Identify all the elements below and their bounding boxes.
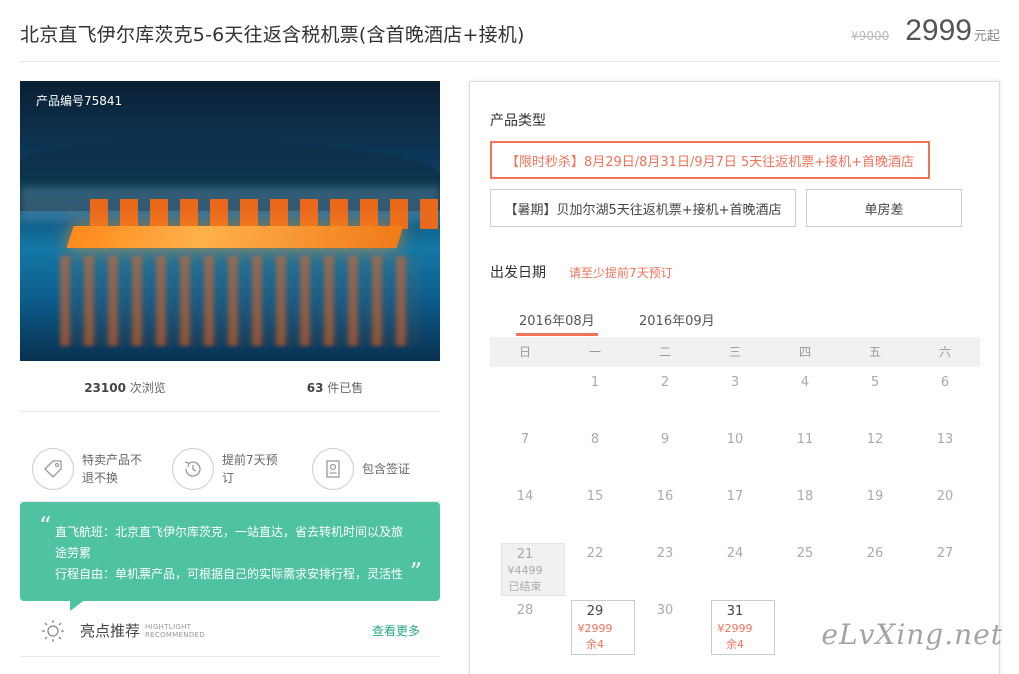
- option-single-room[interactable]: 单房差: [806, 189, 962, 227]
- option-flash-sale[interactable]: 【限时秒杀】8月29日/8月31日/9月7日 5天往返机票+接机+首晚酒店: [490, 141, 930, 179]
- price-value: 2999: [905, 14, 972, 47]
- calendar-week: 7 8 9 10 11 12 13: [490, 424, 980, 481]
- calendar-week: 14 15 16 17 18 19 20: [490, 481, 980, 538]
- calendar-day: 6: [940, 375, 950, 390]
- calendar-day: 4: [800, 375, 810, 390]
- calendar-day: 25: [796, 546, 814, 561]
- highlight-subtitle: HIGHTLIGHT RECOMMENDED: [145, 622, 205, 639]
- calendar-day: 7: [520, 432, 530, 447]
- quote-line-1: 直飞航班：北京直飞伊尔库茨克，一站直达，省去转机时间以及旅途劳累: [55, 525, 404, 560]
- calendar-day: 17: [726, 489, 744, 504]
- highlight-title: 亮点推荐: [80, 622, 141, 640]
- departure-date-label: 出发日期: [490, 265, 546, 281]
- tab-month-sep[interactable]: 2016年09月: [639, 310, 715, 336]
- calendar-day: 10: [726, 432, 744, 447]
- feature-advance-booking: 提前7天预订: [160, 436, 300, 501]
- history-clock-icon: [172, 447, 214, 490]
- product-photo: 产品编号75841: [20, 81, 440, 361]
- product-type-label: 产品类型: [490, 113, 546, 129]
- booking-hint: 请至少提前7天预订: [569, 266, 673, 280]
- price-box: ¥9000 2999 元起: [851, 14, 1000, 48]
- watermark: eLvXing.net: [821, 618, 1003, 651]
- product-stats: 23100 次浏览 63 件已售: [20, 361, 440, 412]
- weekday-header: 日 一 二 三 四 五 六: [490, 337, 980, 367]
- calendar-day: 26: [866, 546, 884, 561]
- original-price: ¥9000: [851, 29, 890, 43]
- calendar-day-ended: 21 ¥4499 已结束: [490, 538, 565, 596]
- quote-line-2: 行程自由：单机票产品，可根据自己的实际需求安排行程，灵活性: [55, 567, 404, 581]
- sold-stat: 63 件已售: [306, 381, 364, 395]
- calendar-day: 1: [590, 375, 600, 390]
- passport-icon: [312, 447, 354, 490]
- calendar-day: 15: [586, 489, 604, 504]
- page-header: 北京直飞伊尔库茨克5-6天往返含税机票(含首晚酒店+接机) ¥9000 2999…: [20, 0, 1000, 62]
- product-left-column: 产品编号75841 23100 次浏览 63 件已售 特卖产品不退不换 提前7天…: [20, 81, 440, 657]
- view-more-link[interactable]: 查看更多: [372, 622, 420, 639]
- calendar-day: 23: [656, 546, 674, 561]
- tag-icon: [32, 447, 74, 490]
- calendar-day-available[interactable]: 31 ¥2999 余4: [700, 595, 775, 655]
- calendar-day: 2: [660, 375, 670, 390]
- calendar: 日 一 二 三 四 五 六 1 2 3 4 5 6 7 8 9 10 11 12…: [490, 337, 980, 655]
- calendar-day: 9: [660, 432, 670, 447]
- calendar-day: 28: [516, 603, 534, 618]
- calendar-day: 18: [796, 489, 814, 504]
- calendar-day: 30: [656, 603, 674, 618]
- feature-no-refund: 特卖产品不退不换: [20, 436, 160, 501]
- calendar-day: 20: [936, 489, 954, 504]
- calendar-day: 11: [796, 432, 814, 447]
- price-unit: 元起: [973, 29, 1000, 44]
- views-stat: 23100 次浏览: [84, 381, 166, 395]
- calendar-week: 21 ¥4499 已结束 22 23 24 25 26 27: [490, 538, 980, 596]
- calendar-day: 22: [586, 546, 604, 561]
- booking-panel: 产品类型 【限时秒杀】8月29日/8月31日/9月7日 5天往返机票+接机+首晚…: [469, 81, 1000, 674]
- calendar-day: 16: [656, 489, 674, 504]
- tab-month-aug[interactable]: 2016年08月: [516, 310, 598, 336]
- calendar-day: 8: [590, 432, 600, 447]
- calendar-day: 14: [516, 489, 534, 504]
- feature-list: 特卖产品不退不换 提前7天预订 包含签证: [20, 412, 440, 502]
- page-title: 北京直飞伊尔库茨克5-6天往返含税机票(含首晚酒店+接机): [20, 24, 525, 46]
- quote-open-mark: “: [39, 512, 52, 540]
- calendar-day: 13: [936, 432, 954, 447]
- quote-close-mark: ”: [409, 558, 422, 586]
- sun-icon: [40, 618, 66, 644]
- recommend-quote: “ 直飞航班：北京直飞伊尔库茨克，一站直达，省去转机时间以及旅途劳累 行程自由：…: [20, 502, 440, 611]
- option-summer[interactable]: 【暑期】贝加尔湖5天往返机票+接机+首晚酒店: [490, 189, 796, 227]
- calendar-day: 3: [730, 375, 740, 390]
- calendar-week: 1 2 3 4 5 6: [490, 367, 980, 424]
- highlight-section: 亮点推荐 HIGHTLIGHT RECOMMENDED 查看更多: [20, 605, 440, 657]
- calendar-day-empty: [490, 367, 560, 424]
- feature-visa: 包含签证: [300, 436, 440, 501]
- calendar-day: 12: [866, 432, 884, 447]
- calendar-day: 24: [726, 546, 744, 561]
- calendar-day-available[interactable]: 29 ¥2999 余4: [560, 595, 635, 655]
- product-code: 产品编号75841: [36, 94, 123, 108]
- calendar-day: 19: [866, 489, 884, 504]
- calendar-day: 5: [870, 375, 880, 390]
- calendar-day: 27: [936, 546, 954, 561]
